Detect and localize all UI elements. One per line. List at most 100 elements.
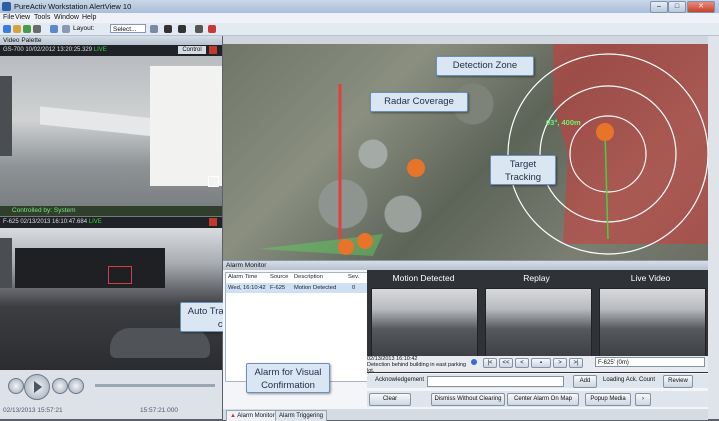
loading-label: Loading Ack. Count bbox=[603, 377, 656, 383]
popup-media-button[interactable]: Popup Media bbox=[585, 393, 631, 406]
callout-target-tracking: Target Tracking bbox=[490, 155, 556, 185]
title-bar: PureActiv Workstation AlertView 10 – □ ✕ bbox=[0, 0, 719, 13]
layout-label: Layout: bbox=[73, 25, 95, 32]
tab-alarm-monitor-label: Alarm Monitor bbox=[237, 413, 275, 419]
toolbar: Layout: Select... bbox=[0, 23, 719, 36]
last-frame-button[interactable]: >| bbox=[569, 358, 583, 368]
video-icon[interactable] bbox=[178, 25, 186, 33]
map-header bbox=[223, 36, 708, 44]
building-wall bbox=[150, 66, 222, 186]
timeline-slider[interactable] bbox=[95, 384, 215, 387]
fast-forward-button[interactable] bbox=[68, 378, 84, 394]
tab-alarm-monitor[interactable]: ▲ Alarm Monitor bbox=[226, 410, 279, 421]
vehicle-marker bbox=[357, 233, 373, 249]
media-title-replay: Replay bbox=[523, 273, 550, 283]
window-title: PureActiv Workstation AlertView 10 bbox=[14, 2, 132, 11]
alarm-tabs: ▲ Alarm Monitor Alarm Triggering bbox=[223, 409, 708, 421]
menu-view[interactable]: View bbox=[15, 14, 30, 21]
more-button[interactable]: › bbox=[635, 393, 651, 406]
media-title-live: Live Video bbox=[630, 273, 671, 283]
close-camera1-icon[interactable] bbox=[209, 46, 217, 54]
expand-icon[interactable] bbox=[208, 176, 219, 187]
car bbox=[110, 328, 210, 358]
layout-select[interactable]: Select... bbox=[110, 24, 146, 33]
control-button[interactable]: Control bbox=[178, 46, 206, 54]
clear-button[interactable]: Clear bbox=[369, 393, 411, 406]
row-sev: 0 bbox=[352, 285, 356, 291]
controlled-by: Controlled by: System bbox=[0, 206, 222, 216]
review-button[interactable]: Review bbox=[663, 375, 693, 388]
ack-input[interactable] bbox=[427, 376, 564, 387]
alarm-info: 02/13/2013 16:10:42 Detection behind bui… bbox=[367, 356, 472, 374]
alarm-tab-icon: ▲ bbox=[230, 413, 236, 419]
alarm-monitor: Alarm Monitor Alarm Time Source Descript… bbox=[223, 260, 708, 421]
playback-time: 15:57:21.000 bbox=[140, 407, 178, 414]
camera2-controls bbox=[0, 238, 12, 288]
step-back-button[interactable]: < bbox=[515, 358, 529, 368]
menu-tools[interactable]: Tools bbox=[34, 14, 50, 21]
camera-icon[interactable] bbox=[164, 25, 172, 33]
menu-bar: File View Tools Window Help bbox=[0, 13, 719, 23]
menu-file[interactable]: File bbox=[3, 14, 14, 21]
camera2-name: F-625 02/13/2013 16:10:47.684 bbox=[3, 219, 88, 225]
col-description: Description bbox=[294, 274, 323, 280]
minimize-button[interactable]: – bbox=[650, 1, 668, 13]
camera1-status: LIVE bbox=[93, 47, 107, 53]
camera-controls bbox=[0, 76, 12, 156]
playback-date: 02/13/2013 15:57:21 bbox=[3, 407, 63, 414]
camera2-status: LIVE bbox=[88, 219, 102, 225]
status-dot-icon bbox=[471, 359, 477, 365]
globe-icon[interactable] bbox=[23, 25, 31, 33]
play-button[interactable] bbox=[24, 374, 50, 400]
live-video[interactable] bbox=[599, 288, 706, 357]
maximize-button[interactable]: □ bbox=[668, 1, 686, 13]
step-fwd-button[interactable]: > bbox=[553, 358, 567, 368]
menu-window[interactable]: Window bbox=[54, 14, 79, 21]
replay-video[interactable] bbox=[485, 288, 592, 357]
video-palette: Video Palette GS-700 10/02/2012 13:20:25… bbox=[0, 36, 222, 419]
camera-select[interactable]: F-625' (0m) bbox=[595, 357, 705, 367]
alarm-actions: Clear Dismiss Without Clearing Center Al… bbox=[367, 391, 708, 407]
map-view[interactable]: 03°, 400m Detection Zone Radar Coverage … bbox=[223, 44, 708, 260]
close-camera2-icon[interactable] bbox=[209, 218, 217, 226]
step-forward-button[interactable] bbox=[52, 378, 68, 394]
col-sev: Sev. bbox=[348, 274, 360, 280]
prev-frame-button[interactable]: << bbox=[499, 358, 513, 368]
close-button[interactable]: ✕ bbox=[687, 1, 715, 13]
play-icon bbox=[34, 381, 42, 393]
playback-controls: 02/13/2013 15:57:21 15:57:21.000 bbox=[0, 370, 222, 419]
stop-button[interactable]: ▪ bbox=[531, 358, 551, 368]
target-bearing: 03°, 400m bbox=[546, 118, 581, 127]
col-source: Source bbox=[270, 274, 289, 280]
acknowledgement-row: Acknowledgement Add Loading Ack. Count R… bbox=[367, 374, 708, 388]
save-icon[interactable] bbox=[150, 25, 158, 33]
add-button[interactable]: Add bbox=[573, 375, 597, 388]
refresh-icon[interactable] bbox=[13, 25, 21, 33]
alarm-monitor-title: Alarm Monitor bbox=[223, 261, 708, 270]
callout-detection-zone: Detection Zone bbox=[436, 56, 534, 76]
motion-detected-image[interactable] bbox=[371, 288, 478, 357]
callout-alarm-visual: Alarm for Visual Confirmation bbox=[246, 363, 330, 393]
first-frame-button[interactable]: |< bbox=[483, 358, 497, 368]
center-alarm-button[interactable]: Center Alarm On Map bbox=[507, 393, 579, 406]
menu-help[interactable]: Help bbox=[82, 14, 96, 21]
settings-icon[interactable] bbox=[33, 25, 41, 33]
grid-icon[interactable] bbox=[50, 25, 58, 33]
rewind-button[interactable] bbox=[8, 378, 24, 394]
trailers bbox=[15, 248, 165, 288]
alarm-icon[interactable] bbox=[208, 25, 216, 33]
monitor-icon[interactable] bbox=[195, 25, 203, 33]
row-description: Motion Detected bbox=[294, 285, 337, 291]
app-icon bbox=[2, 2, 11, 11]
col-alarm-time: Alarm Time bbox=[228, 274, 258, 280]
layout-icon[interactable] bbox=[62, 25, 70, 33]
row-source: F-625 bbox=[270, 285, 286, 291]
ack-label: Acknowledgement bbox=[375, 377, 425, 383]
search-icon[interactable] bbox=[3, 25, 11, 33]
dismiss-button[interactable]: Dismiss Without Clearing bbox=[431, 393, 505, 406]
target-marker bbox=[596, 123, 614, 141]
palette-title: Video Palette bbox=[0, 36, 222, 45]
tab-alarm-triggering[interactable]: Alarm Triggering bbox=[275, 410, 328, 421]
camera2-header: F-625 02/13/2013 16:10:47.684 LIVE bbox=[0, 217, 222, 228]
camera2-video[interactable] bbox=[0, 228, 222, 370]
